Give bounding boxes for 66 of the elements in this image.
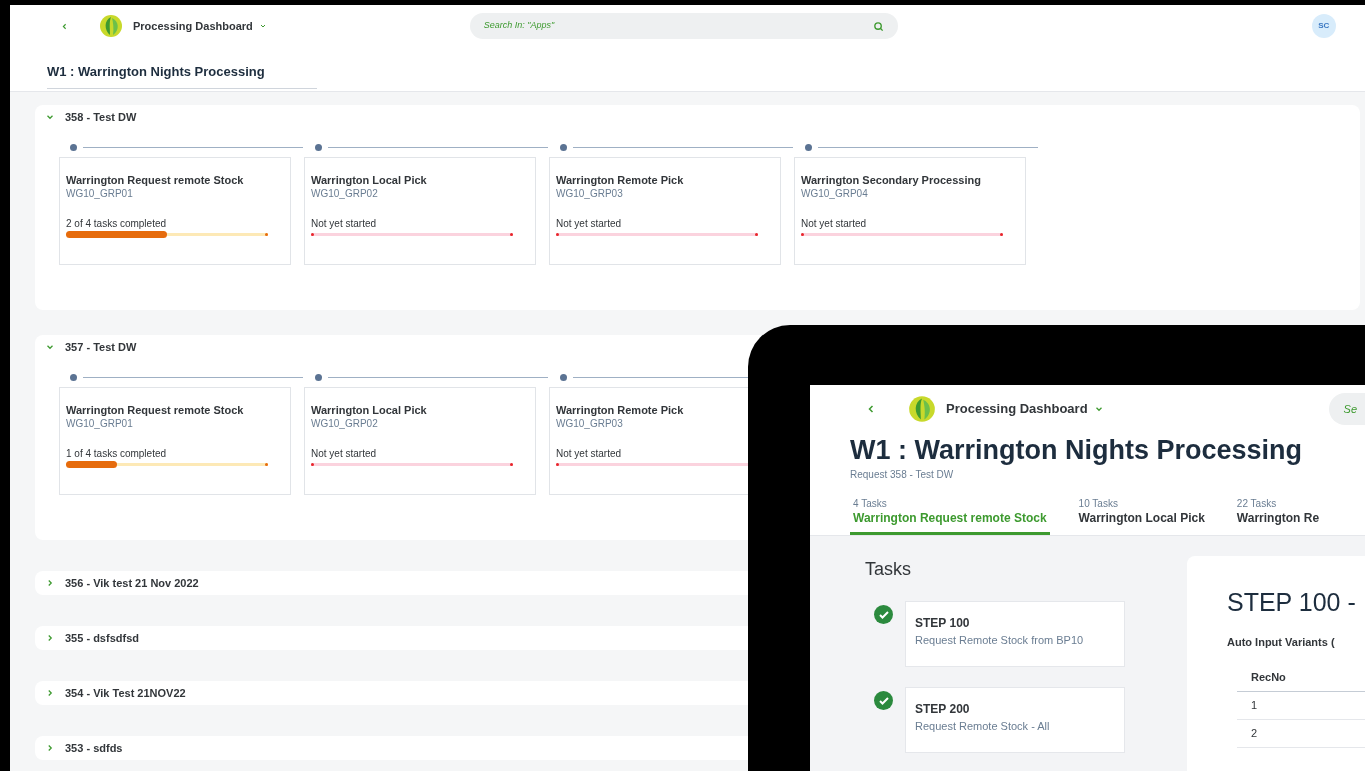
stage-card[interactable]: Warrington Request remote Stock WG10_GRP01 2 of 4 tasks completed — [59, 157, 291, 265]
user-avatar[interactable]: SC — [1311, 14, 1336, 38]
column-header: RecNo — [1237, 664, 1365, 692]
step-description: Request Remote Stock from BP10 — [915, 633, 1085, 648]
stage-name: Warrington Request remote Stock — [66, 403, 245, 417]
back-icon — [60, 21, 69, 31]
stage-code: WG10_GRP03 — [556, 417, 624, 430]
tasks-heading: Tasks — [865, 558, 912, 581]
stage-code: WG10_GRP01 — [66, 417, 134, 430]
timeline-node-icon — [70, 143, 77, 151]
timeline-node-icon — [315, 373, 322, 381]
stage-card[interactable]: Warrington Remote Pick WG10_GRP03 Not yet started — [549, 387, 748, 495]
request-header[interactable]: 357 - Test DW — [35, 335, 137, 359]
detail-title: STEP 100 - — [1227, 587, 1357, 618]
stage-card[interactable]: Warrington Remote Pick WG10_GRP03 Not yet started — [549, 157, 781, 265]
stage-code: WG10_GRP02 — [311, 187, 379, 200]
tab[interactable]: 10 Tasks Warrington Local Pick — [1075, 496, 1208, 535]
stage-name: Warrington Remote Pick — [556, 403, 685, 417]
stage-name: Warrington Local Pick — [311, 173, 428, 187]
stage-name: Warrington Request remote Stock — [66, 173, 245, 187]
stage-code: WG10_GRP02 — [311, 417, 379, 430]
progress-text: Not yet started — [311, 448, 378, 460]
stage-name: Warrington Local Pick — [311, 403, 428, 417]
request-header[interactable]: 356 - Vik test 21 Nov 2022 — [35, 571, 199, 595]
stage-card[interactable]: Warrington Local Pick WG10_GRP02 Not yet started — [304, 157, 536, 265]
stage-code: WG10_GRP03 — [556, 187, 624, 200]
step-title: STEP 200 — [915, 701, 971, 718]
stage-name: Warrington Secondary Processing — [801, 173, 982, 187]
page-title: W1 : Warrington Nights Processing — [850, 434, 1304, 467]
app-title-button[interactable]: Processing Dashboard — [946, 399, 1104, 419]
tab[interactable]: 22 Tasks Warrington Re — [1233, 496, 1323, 535]
leaf-logo-icon — [908, 395, 936, 423]
timeline-node-icon — [70, 373, 77, 381]
section-title: Auto Input Variants ( — [1227, 634, 1336, 650]
timeline-node-icon — [805, 143, 812, 151]
app-title-button[interactable]: Processing Dashboard — [133, 17, 267, 35]
page-subtitle: Request 358 - Test DW — [850, 468, 955, 482]
stage-code: WG10_GRP04 — [801, 187, 869, 200]
stage-code: WG10_GRP01 — [66, 187, 134, 200]
page-title: W1 : Warrington Nights Processing — [47, 62, 317, 89]
progress-text: Not yet started — [801, 218, 868, 230]
stage-card[interactable]: Warrington Secondary Processing WG10_GRP04 Not yet started — [794, 157, 1026, 265]
step-card[interactable]: STEP 100 Request Remote Stock from BP10 — [905, 601, 1125, 667]
step-title: STEP 100 — [915, 615, 971, 632]
request-header[interactable]: 353 - sdfds — [35, 736, 123, 760]
stage-card[interactable]: Warrington Local Pick WG10_GRP02 Not yet started — [304, 387, 536, 495]
request-header[interactable]: 354 - Vik Test 21NOV22 — [35, 681, 186, 705]
progress-text: Not yet started — [556, 218, 623, 230]
table-cell: 2 — [1237, 720, 1365, 748]
stage-card[interactable]: Warrington Request remote Stock WG10_GRP01 1 of 4 tasks completed — [59, 387, 291, 495]
step-description: Request Remote Stock - All — [915, 719, 1051, 734]
stage-name: Warrington Remote Pick — [556, 173, 685, 187]
progress-text: Not yet started — [556, 448, 623, 460]
search-icon — [872, 20, 884, 32]
chevron-down-icon — [258, 22, 267, 30]
step-card[interactable]: STEP 200 Request Remote Stock - All — [905, 687, 1125, 753]
timeline-node-icon — [315, 143, 322, 151]
progress-text: 1 of 4 tasks completed — [66, 448, 168, 460]
progress-text: Not yet started — [311, 218, 378, 230]
table-cell: 1 — [1237, 692, 1365, 720]
timeline-node-icon — [560, 143, 567, 151]
timeline-node-icon — [560, 373, 567, 381]
request-header[interactable]: 358 - Test DW — [35, 105, 137, 129]
request-header[interactable]: 355 - dsfsdfsd — [35, 626, 139, 650]
progress-text: 2 of 4 tasks completed — [66, 218, 168, 230]
leaf-logo-icon — [99, 14, 123, 38]
